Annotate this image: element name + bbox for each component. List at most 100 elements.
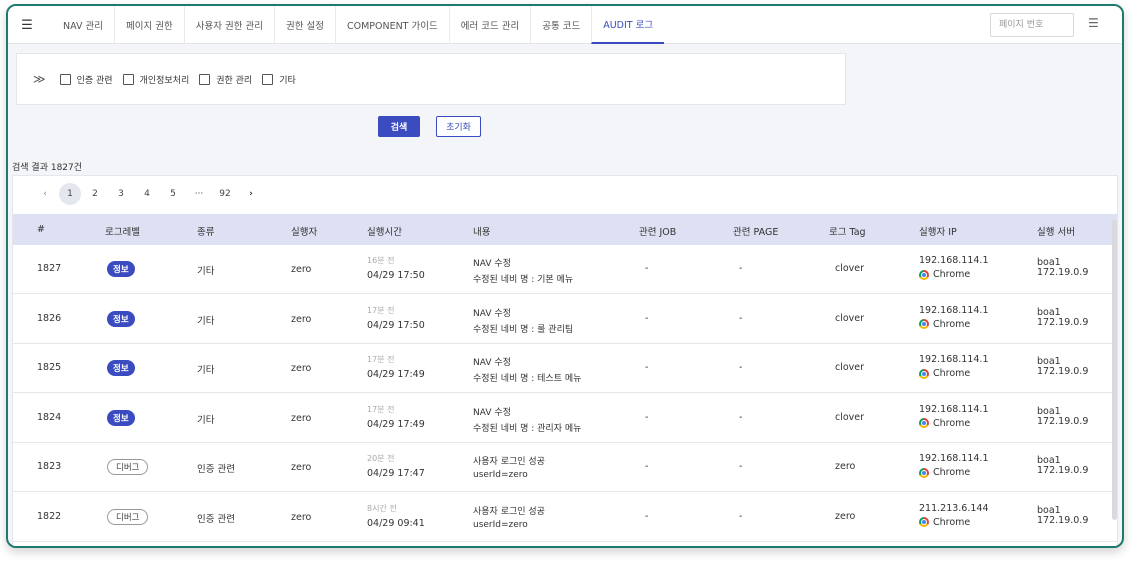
server-ip: 172.19.0.9	[1037, 514, 1089, 526]
log-actor: zero	[291, 511, 312, 523]
log-id: 1825	[37, 362, 62, 373]
content-detail: userId=zero	[473, 519, 528, 530]
content-title: NAV 수정	[473, 407, 511, 418]
filter-checkbox[interactable]: 개인정보처리	[122, 73, 190, 86]
tab-item[interactable]: 권한 설정	[273, 6, 335, 44]
browser-info: Chrome	[919, 517, 989, 528]
related-job: -	[645, 362, 649, 373]
tab-item[interactable]: 공통 코드	[530, 6, 591, 44]
time-ago: 17분 전	[367, 404, 395, 414]
filter-checkbox[interactable]: 기타	[262, 73, 296, 86]
log-kind: 기타	[197, 414, 215, 426]
log-level: 정보	[107, 409, 135, 426]
server-ip: 172.19.0.9	[1037, 316, 1089, 328]
log-kind: 기타	[197, 365, 215, 376]
chrome-icon	[919, 517, 929, 527]
time-absolute: 04/29 17:50	[367, 319, 425, 331]
tab-item[interactable]: NAV 관리	[52, 6, 114, 44]
log-content: NAV 수정 수정된 네비 명 : 기본 메뉴	[473, 256, 573, 285]
table-row[interactable]: 1822 디버그 인증 관련 zero 8시간 전 04/29 09:41 사용자 로그인 …	[13, 493, 1117, 542]
log-actor: zero	[291, 462, 312, 473]
content-title: NAV 수정	[473, 308, 511, 319]
collapse-chevron-icon[interactable]: ≫	[33, 72, 46, 86]
reset-button[interactable]: 초기화	[436, 116, 481, 137]
exec-server: boa1 172.19.0.9	[1037, 405, 1088, 427]
page-ellipsis: ···	[194, 189, 204, 199]
audit-log-table: ‹ 1 2 3 4 5 ··· 92 › # 로그레벨 종류 실행자 실행시간 내용 관련 JOB 관련 PA…	[12, 175, 1118, 546]
log-level: 정보	[107, 261, 135, 277]
chrome-icon	[919, 319, 929, 329]
browser-info: Chrome	[919, 418, 989, 429]
tab-item[interactable]: COMPONENT 가이드	[334, 6, 449, 44]
page-link[interactable]: 4	[135, 183, 159, 205]
browser-info: Chrome	[919, 467, 989, 478]
related-job: -	[645, 312, 649, 324]
filter-checkbox-label: 개인정보처리	[139, 75, 190, 86]
log-level-badge: 정보	[107, 409, 135, 426]
page-link[interactable]: 3	[109, 183, 133, 205]
log-actor: zero	[291, 264, 312, 275]
tab-item[interactable]: 에러 코드 관리	[448, 6, 530, 44]
table-row[interactable]: 1827 정보 기타 zero 16분 전 04/29 17:50 NAV 수정 수정된 네비…	[13, 245, 1117, 294]
prev-page-icon[interactable]: ‹	[33, 183, 57, 205]
log-time: 17분 전 04/29 17:49	[367, 354, 425, 380]
log-tag: clover	[835, 312, 865, 324]
log-level: 정보	[107, 310, 135, 327]
filter-checkbox[interactable]: 인증 관련	[59, 73, 113, 86]
filter-checkbox-label: 기타	[279, 75, 296, 86]
checkbox-icon[interactable]	[122, 73, 134, 85]
log-content: NAV 수정 수정된 네비 명 : 테스트 메뉴	[473, 355, 581, 384]
column-header: 로그 Tag	[829, 227, 866, 238]
server-ip: 172.19.0.9	[1037, 465, 1089, 476]
tab-item[interactable]: 사용자 권한 관리	[183, 6, 274, 44]
page-link-last[interactable]: 92	[213, 183, 237, 205]
content-title: NAV 수정	[473, 358, 511, 368]
tab-item[interactable]: AUDIT 로그	[591, 6, 665, 44]
table-row[interactable]: 1825 정보 기타 zero 17분 전 04/29 17:49 NAV 수정 수정된 네비…	[13, 344, 1117, 393]
page-number-input[interactable]	[990, 13, 1074, 37]
log-id: 1826	[37, 312, 62, 324]
checkbox-icon[interactable]	[59, 73, 71, 85]
tab-bar: ☰ NAV 관리 페이지 권한 사용자 권한 관리 권한 설정 COMPONENT 가이…	[8, 6, 1122, 44]
table-row[interactable]: 1823 디버그 인증 관련 zero 20분 전 04/29 17:47 사용자 로그인 …	[13, 443, 1117, 492]
log-id: 1824	[37, 411, 62, 423]
filter-checkbox[interactable]: 권한 관리	[199, 73, 252, 86]
log-time: 16분 전 04/29 17:50	[367, 255, 425, 281]
checkbox-icon[interactable]	[262, 73, 274, 85]
log-time: 17분 전 04/29 17:50	[367, 305, 425, 331]
search-button[interactable]: 검색	[378, 116, 420, 137]
actor-ip: 192.168.114.1	[919, 354, 989, 365]
server-name: boa1	[1037, 405, 1061, 417]
browser-name: Chrome	[933, 269, 971, 280]
scrollbar[interactable]	[1112, 220, 1117, 520]
tab-list: NAV 관리 페이지 권한 사용자 권한 관리 권한 설정 COMPONENT 가이드 에…	[52, 6, 665, 44]
column-header: 로그레벨	[105, 227, 140, 238]
exec-server: boa1 172.19.0.9	[1037, 258, 1088, 278]
browser-name: Chrome	[933, 516, 971, 528]
column-header: #	[37, 224, 45, 235]
browser-info: Chrome	[919, 368, 989, 379]
column-header: 실행시간	[367, 227, 402, 238]
next-page-icon[interactable]: ›	[239, 183, 263, 205]
time-absolute: 04/29 17:50	[367, 270, 425, 281]
log-kind: 기타	[197, 315, 215, 327]
checkbox-icon[interactable]	[199, 73, 211, 85]
page-link[interactable]: 2	[83, 183, 107, 205]
log-level-badge: 정보	[107, 261, 135, 277]
table-row[interactable]: 1824 정보 기타 zero 17분 전 04/29 17:49 NAV 수정 수정된 네비…	[13, 394, 1117, 443]
actor-ip-cell: 211.213.6.144 Chrome	[919, 503, 989, 528]
page-link[interactable]: 5	[161, 183, 185, 205]
page-link[interactable]: 1	[59, 183, 81, 205]
menu-collapse-icon[interactable]: ☰	[16, 16, 38, 34]
column-header: 실행 서버	[1037, 227, 1075, 238]
log-tag: zero	[835, 461, 856, 472]
log-id: 1822	[37, 510, 62, 522]
log-level: 디버그	[107, 508, 149, 525]
table-row[interactable]: 1826 정보 기타 zero 17분 전 04/29 17:50 NAV 수정 수정된 네비…	[13, 295, 1117, 344]
actor-ip-cell: 192.168.114.1 Chrome	[919, 404, 989, 429]
tab-item[interactable]: 페이지 권한	[114, 6, 184, 44]
time-absolute: 04/29 09:41	[367, 517, 425, 529]
column-header: 관련 PAGE	[733, 227, 779, 238]
list-menu-icon[interactable]: ☰	[1088, 16, 1099, 30]
chrome-icon	[919, 269, 929, 280]
